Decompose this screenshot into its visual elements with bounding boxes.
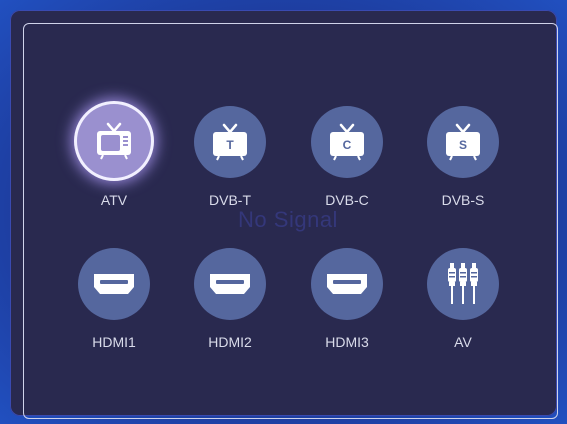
source-hdmi2[interactable]: HDMI2 — [180, 248, 280, 350]
source-atv[interactable]: ATV — [64, 104, 164, 208]
source-hdmi3[interactable]: HDMI3 — [297, 248, 397, 350]
atv-circle — [77, 104, 151, 178]
source-label: DVB-S — [441, 192, 485, 208]
tv-icon: T — [213, 123, 247, 161]
source-label: AV — [454, 334, 472, 350]
source-dvb-s[interactable]: S DVB-S — [413, 106, 513, 208]
tv-letter: C — [343, 138, 352, 152]
retro-tv-icon — [97, 122, 131, 160]
dvb-c-circle: C — [311, 106, 383, 178]
tv-icon: C — [330, 123, 364, 161]
tv-letter: T — [226, 138, 234, 152]
hdmi-icon — [210, 274, 250, 294]
hdmi-icon — [94, 274, 134, 294]
source-label: DVB-T — [209, 192, 251, 208]
no-signal-watermark: No Signal — [238, 207, 338, 232]
tv-icon: S — [446, 123, 480, 161]
source-label: ATV — [100, 192, 128, 208]
hdmi2-circle — [194, 248, 266, 320]
source-label: HDMI3 — [325, 334, 369, 350]
source-dvb-t[interactable]: T DVB-T — [180, 106, 280, 208]
source-label: HDMI1 — [92, 334, 136, 350]
source-dvb-c[interactable]: C DVB-C — [297, 106, 397, 208]
dvb-s-circle: S — [427, 106, 499, 178]
hdmi3-circle — [311, 248, 383, 320]
hdmi1-circle — [78, 248, 150, 320]
av-circle — [427, 248, 499, 320]
source-label: HDMI2 — [208, 334, 252, 350]
source-hdmi1[interactable]: HDMI1 — [64, 248, 164, 350]
dvb-t-circle: T — [194, 106, 266, 178]
tv-letter: S — [459, 138, 467, 152]
tv-screen: No Signal ATV T DVB-T C DVB-C S DVB-S HD… — [0, 0, 567, 424]
hdmi-icon — [327, 274, 367, 294]
av-plugs-icon — [448, 263, 478, 304]
source-label: DVB-C — [325, 192, 369, 208]
source-av[interactable]: AV — [413, 248, 513, 350]
